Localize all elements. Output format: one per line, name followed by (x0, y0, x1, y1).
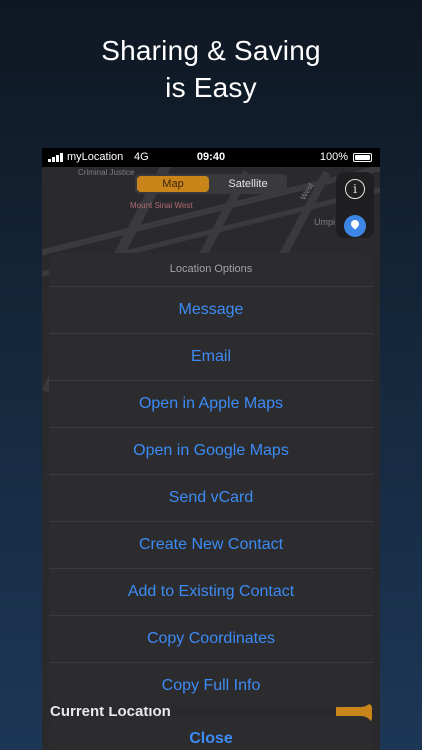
headline-line-2: is Easy (165, 72, 257, 103)
location-options-sheet: Location Options Message Email Open in A… (49, 253, 373, 707)
option-copy-full-info[interactable]: Copy Full Info (49, 663, 373, 707)
option-create-new-contact[interactable]: Create New Contact (49, 522, 373, 569)
headline: Sharing & Saving is Easy (0, 32, 422, 106)
map-view[interactable]: Criminal Justice Mount Sinai West West U… (42, 167, 380, 750)
option-send-vcard[interactable]: Send vCard (49, 475, 373, 522)
option-add-existing-contact[interactable]: Add to Existing Contact (49, 569, 373, 616)
map-type-segmented-control[interactable]: Map Satellite (135, 174, 287, 194)
headline-line-1: Sharing & Saving (101, 35, 321, 66)
battery-icon (353, 153, 372, 162)
satellite-segment[interactable]: Satellite (211, 176, 285, 192)
map-label: Umpi (314, 217, 336, 227)
location-pin-icon[interactable] (344, 215, 366, 237)
phone-screen: myLocation 4G 09:40 100% Criminal Justic… (42, 148, 380, 750)
option-open-apple-maps[interactable]: Open in Apple Maps (49, 381, 373, 428)
map-controls: i (336, 172, 374, 238)
info-icon[interactable]: i (345, 179, 365, 199)
sheet-title: Location Options (49, 253, 373, 287)
map-segment[interactable]: Map (137, 176, 209, 192)
map-poi-label: Mount Sinai West (130, 201, 193, 210)
option-copy-coordinates[interactable]: Copy Coordinates (49, 616, 373, 663)
map-label: Criminal Justice (78, 168, 135, 177)
option-email[interactable]: Email (49, 334, 373, 381)
option-open-google-maps[interactable]: Open in Google Maps (49, 428, 373, 475)
close-button[interactable]: Close (49, 716, 373, 750)
battery-percent: 100% (319, 151, 348, 163)
option-message[interactable]: Message (49, 287, 373, 334)
status-bar: myLocation 4G 09:40 100% (42, 148, 380, 167)
